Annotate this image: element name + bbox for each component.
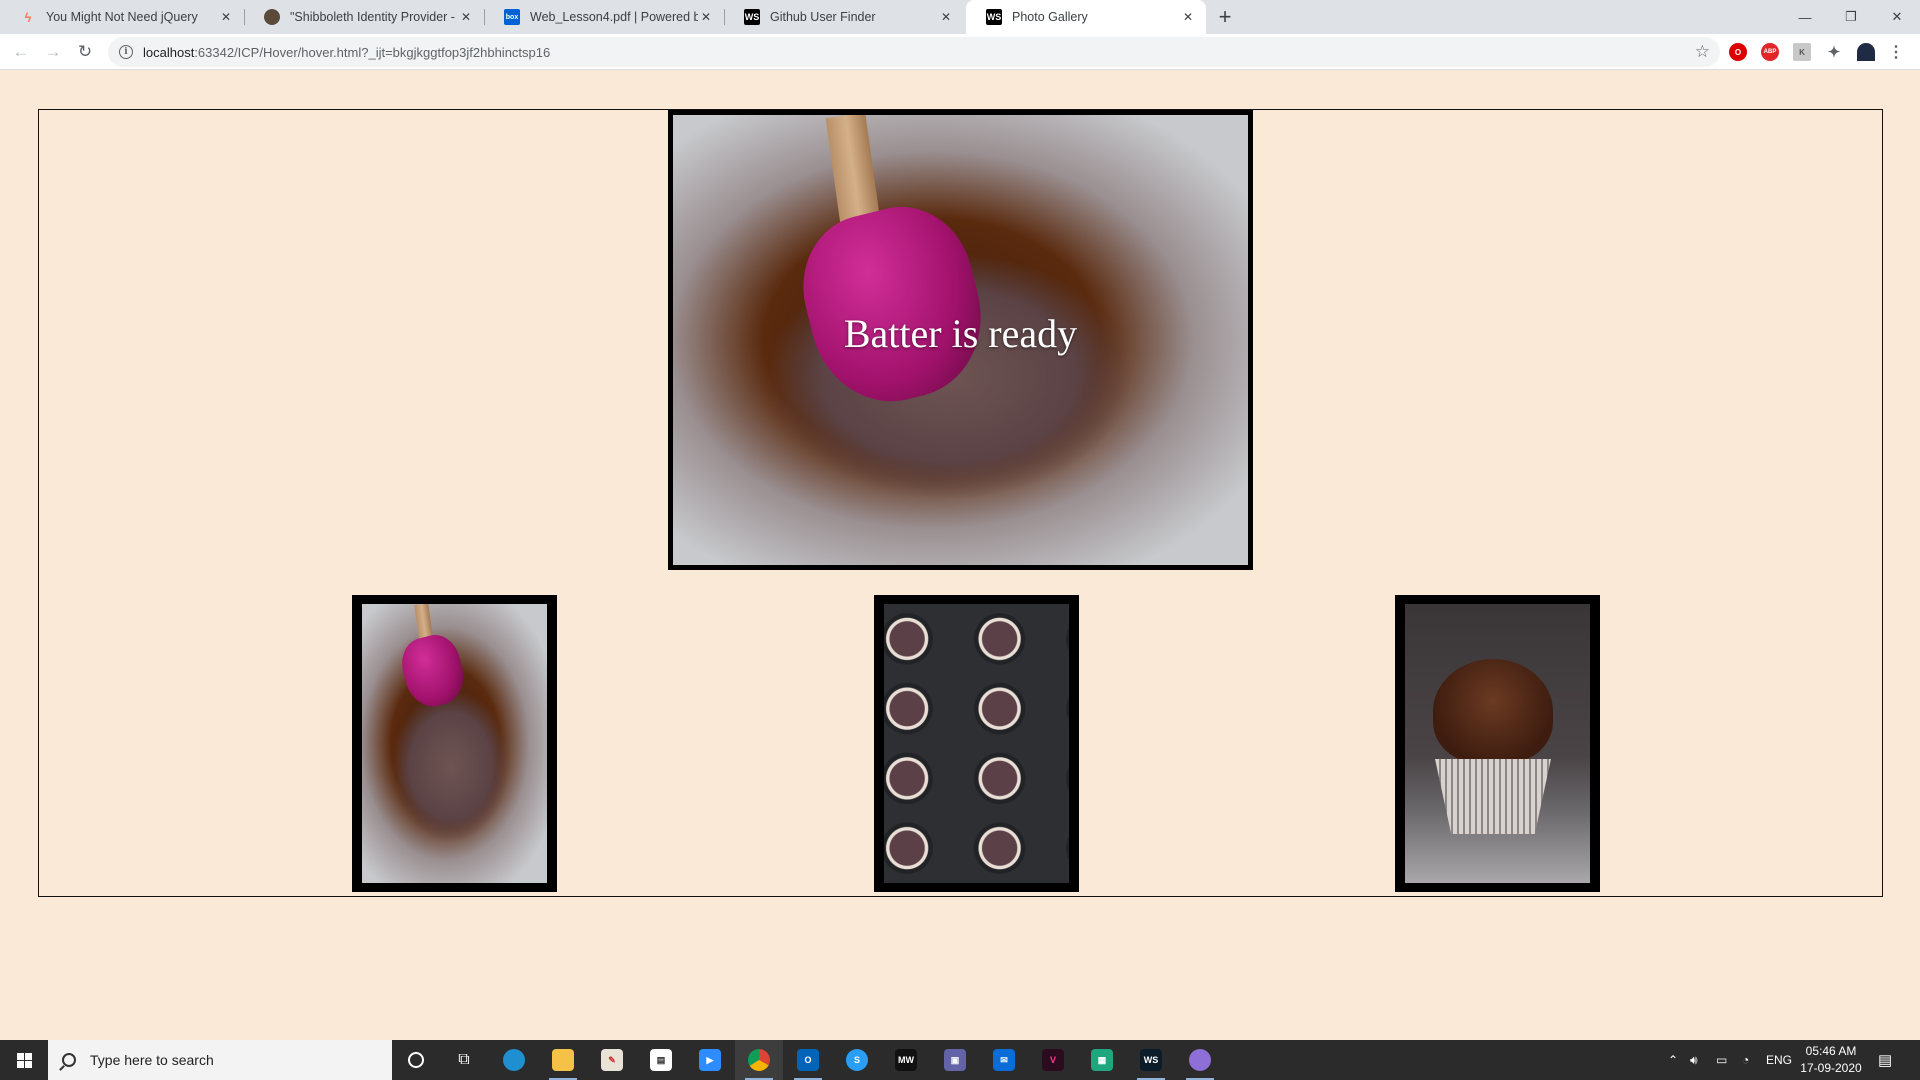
tab-you-might-not-need-jquery[interactable]: ϟ You Might Not Need jQuery ✕ bbox=[0, 0, 244, 34]
tab-web-lesson4-pdf[interactable]: box Web_Lesson4.pdf | Powered by B ✕ bbox=[484, 0, 724, 34]
clock-time: 05:46 AM bbox=[1805, 1044, 1857, 1058]
thumbnail-photo bbox=[884, 604, 1069, 883]
extension-icon[interactable]: K bbox=[1793, 43, 1811, 61]
restore-button[interactable]: ❐ bbox=[1828, 0, 1874, 34]
forward-button[interactable]: → bbox=[41, 40, 65, 64]
tab-title: Web_Lesson4.pdf | Powered by B bbox=[530, 10, 698, 24]
wifi-icon[interactable]: ◔ bbox=[1742, 1040, 1749, 1080]
browser-toolbar: ← → ↻ i localhost:63342/ICP/Hover/hover.… bbox=[0, 34, 1920, 70]
hero-image[interactable]: Batter is ready bbox=[668, 110, 1253, 570]
thumbnail-frosted-cupcake[interactable] bbox=[1395, 595, 1600, 892]
close-tab-icon[interactable]: ✕ bbox=[458, 10, 474, 24]
box-icon: box bbox=[504, 9, 520, 25]
volume-icon[interactable]: 🔊︎ bbox=[1690, 1040, 1698, 1080]
cupcake-frosting bbox=[1433, 659, 1553, 764]
system-clock[interactable]: 05:46 AM 17-09-2020 bbox=[1798, 1043, 1864, 1077]
gitkraken-icon[interactable]: ▦ bbox=[1078, 1040, 1126, 1080]
clock-date: 17-09-2020 bbox=[1800, 1061, 1862, 1075]
thumbnail-cupcake-tray[interactable] bbox=[874, 595, 1079, 892]
meet-app-icon[interactable]: ▣ bbox=[931, 1040, 979, 1080]
url-text[interactable]: localhost:63342/ICP/Hover/hover.html?_ij… bbox=[143, 45, 550, 60]
store-icon[interactable]: ▤ bbox=[637, 1040, 685, 1080]
tab-photo-gallery[interactable]: WS Photo Gallery ✕ bbox=[966, 0, 1206, 34]
bookmark-star-icon[interactable]: ☆ bbox=[1695, 42, 1710, 62]
puzzle-extensions-icon[interactable]: ✦ bbox=[1825, 43, 1843, 61]
menu-kebab-icon[interactable]: ⋮ bbox=[1887, 43, 1905, 61]
webstorm-icon: WS bbox=[744, 9, 760, 25]
language-indicator[interactable]: ENG bbox=[1766, 1040, 1792, 1080]
spatula-head bbox=[396, 630, 470, 712]
search-placeholder: Type here to search bbox=[90, 1052, 214, 1068]
paint-icon[interactable]: ✎ bbox=[588, 1040, 636, 1080]
mw-app-icon[interactable]: MW bbox=[882, 1040, 930, 1080]
tab-title: "Shibboleth Identity Provider - Lo bbox=[290, 10, 458, 24]
reload-button[interactable]: ↻ bbox=[73, 40, 97, 64]
close-tab-icon[interactable]: ✕ bbox=[218, 10, 234, 24]
back-button[interactable]: ← bbox=[9, 40, 33, 64]
app-circle-icon[interactable] bbox=[1176, 1040, 1224, 1080]
mail-icon[interactable]: ✉ bbox=[980, 1040, 1028, 1080]
profile-icon[interactable] bbox=[1857, 43, 1875, 61]
hubspot-icon: ϟ bbox=[24, 9, 32, 25]
close-tab-icon[interactable]: ✕ bbox=[698, 10, 714, 24]
windows-logo-icon bbox=[16, 1052, 32, 1068]
taskbar-search-box[interactable]: Type here to search bbox=[48, 1040, 392, 1080]
zoom-icon[interactable]: ▶ bbox=[686, 1040, 734, 1080]
cupcake-liner bbox=[1435, 759, 1551, 834]
spatula-head bbox=[787, 192, 999, 418]
chrome-icon[interactable] bbox=[735, 1040, 783, 1080]
tab-github-user-finder[interactable]: WS Github User Finder ✕ bbox=[724, 0, 964, 34]
thumbnail-batter-bowl[interactable] bbox=[352, 595, 557, 892]
tab-strip: ϟ You Might Not Need jQuery ✕ "Shibbolet… bbox=[0, 0, 1920, 34]
thumbnail-photo bbox=[362, 604, 547, 883]
vectr-icon[interactable]: V bbox=[1029, 1040, 1077, 1080]
tab-shibboleth[interactable]: "Shibboleth Identity Provider - Lo ✕ bbox=[244, 0, 484, 34]
task-view-icon[interactable]: ⧉ bbox=[440, 1040, 488, 1080]
close-window-button[interactable]: ✕ bbox=[1874, 0, 1920, 34]
webstorm-icon: WS bbox=[986, 9, 1002, 25]
minimize-button[interactable]: — bbox=[1782, 0, 1828, 34]
outlook-icon[interactable]: O bbox=[784, 1040, 832, 1080]
info-icon[interactable]: i bbox=[119, 45, 133, 59]
windows-taskbar: Type here to search ⧉ ✎ ▤ ▶ O S MW ▣ ✉ V… bbox=[0, 1040, 1920, 1080]
hero-caption: Batter is ready bbox=[843, 311, 1078, 356]
show-hidden-icons[interactable]: ⌃ bbox=[1668, 1040, 1678, 1080]
close-tab-icon[interactable]: ✕ bbox=[1180, 10, 1196, 24]
tab-title: Photo Gallery bbox=[1012, 10, 1088, 24]
url-host: localhost bbox=[143, 44, 195, 60]
close-tab-icon[interactable]: ✕ bbox=[938, 10, 954, 24]
edge-icon[interactable] bbox=[490, 1040, 538, 1080]
address-bar[interactable]: i localhost:63342/ICP/Hover/hover.html?_… bbox=[108, 37, 1720, 67]
webstorm-taskbar-icon[interactable]: WS bbox=[1127, 1040, 1175, 1080]
thumbnail-photo bbox=[1405, 604, 1590, 883]
file-explorer-icon[interactable] bbox=[539, 1040, 587, 1080]
batter-bowl-photo: Batter is ready bbox=[673, 115, 1248, 565]
start-button[interactable] bbox=[0, 1040, 48, 1080]
opera-extension-icon[interactable]: O bbox=[1729, 43, 1747, 61]
cortana-icon[interactable] bbox=[392, 1040, 440, 1080]
notifications-icon[interactable]: ▤ bbox=[1878, 1040, 1892, 1080]
tab-title: Github User Finder bbox=[770, 10, 876, 24]
battery-icon[interactable]: ▭ bbox=[1716, 1040, 1727, 1080]
search-icon bbox=[62, 1053, 76, 1067]
adblock-plus-icon[interactable]: ABP bbox=[1761, 43, 1779, 61]
tab-title: You Might Not Need jQuery bbox=[46, 10, 198, 24]
spatula-handle bbox=[825, 115, 881, 228]
new-tab-button[interactable]: + bbox=[1212, 4, 1238, 30]
shibboleth-icon bbox=[264, 9, 280, 25]
skype-icon[interactable]: S bbox=[833, 1040, 881, 1080]
url-path: :63342/ICP/Hover/hover.html?_ijt=bkgjkgg… bbox=[194, 44, 551, 60]
